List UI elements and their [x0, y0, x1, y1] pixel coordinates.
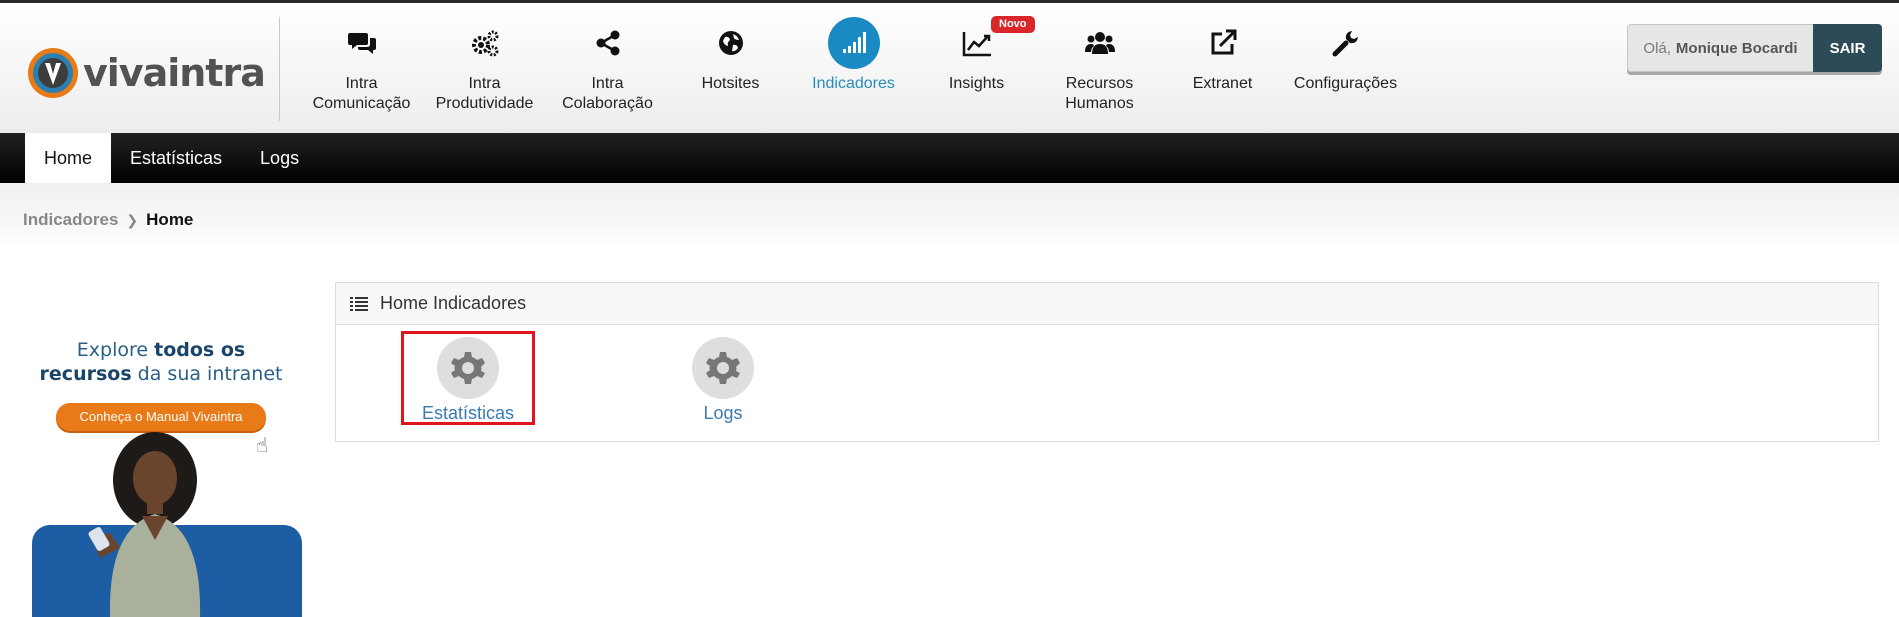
logs-shortcut[interactable]: Logs: [658, 337, 788, 424]
module-label: Hotsites: [701, 75, 760, 92]
promo-line1-pre: Explore: [76, 339, 155, 361]
module-label: Intra Comunicação: [312, 75, 411, 112]
pointer-hand-icon: ☝: [256, 435, 269, 457]
module-label: Configurações: [1293, 75, 1398, 92]
promo-line2-bold: recursos: [39, 363, 132, 385]
promo-banner[interactable]: Explore todos os recursos da sua intrane…: [30, 320, 312, 617]
module-intra-produtividade[interactable]: Intra Produtividade: [423, 17, 546, 127]
breadcrumb-parent[interactable]: Indicadores: [23, 210, 118, 230]
gear-icon: [437, 337, 499, 399]
promo-text: Explore todos os recursos da sua intrane…: [30, 338, 292, 386]
gear-icon: [692, 337, 754, 399]
module-recursos-humanos[interactable]: Recursos Humanos: [1038, 17, 1161, 127]
breadcrumb-band: Indicadores ❯ Home: [0, 183, 1899, 253]
users-icon: [1074, 17, 1126, 69]
user-greeting: Olá, Monique Bocardi: [1627, 24, 1813, 72]
external-link-icon: [1197, 17, 1249, 69]
home-indicadores-panel: Home Indicadores Estatísticas Logs: [335, 282, 1879, 442]
module-extranet[interactable]: Extranet: [1161, 17, 1284, 127]
globe-icon: [705, 17, 757, 69]
module-label: Indicadores: [812, 75, 895, 92]
new-badge: Novo: [991, 16, 1035, 33]
logo[interactable]: vivaintra: [27, 43, 266, 103]
logo-mark-icon: [28, 48, 78, 98]
tab-estatisticas[interactable]: Estatísticas: [111, 133, 241, 183]
tab-logs[interactable]: Logs: [241, 133, 318, 183]
header-separator: [279, 17, 280, 121]
user-box: Olá, Monique Bocardi SAIR: [1627, 24, 1882, 72]
module-intra-colaboracao[interactable]: Intra Colaboração: [546, 17, 669, 127]
module-indicadores[interactable]: Indicadores: [792, 17, 915, 127]
module-label: Intra Colaboração: [562, 75, 653, 112]
module-label: Extranet: [1192, 75, 1253, 92]
module-insights[interactable]: Novo Insights: [915, 16, 1038, 127]
list-icon: [350, 296, 368, 311]
breadcrumb: Indicadores ❯ Home: [23, 210, 193, 230]
chat-icon: [336, 17, 388, 69]
module-configuracoes[interactable]: Configurações: [1284, 17, 1407, 127]
logo-text: vivaintra: [83, 51, 266, 95]
person-illustration: [88, 432, 201, 617]
user-name: Monique Bocardi: [1675, 39, 1798, 57]
module-intra-comunicacao[interactable]: Intra Comunicação: [300, 17, 423, 127]
logout-button[interactable]: SAIR: [1813, 24, 1882, 72]
panel-header: Home Indicadores: [336, 283, 1878, 325]
sub-nav: Home Estatísticas Logs: [0, 133, 1899, 183]
module-hotsites[interactable]: Hotsites: [669, 17, 792, 127]
panel-items: Estatísticas Logs: [336, 325, 1878, 443]
chevron-right-icon: ❯: [126, 211, 139, 228]
share-icon: [582, 17, 634, 69]
panel-title: Home Indicadores: [380, 293, 527, 313]
breadcrumb-current: Home: [146, 210, 194, 229]
module-nav: Intra Comunicação Intra Produtividade In…: [300, 16, 1407, 127]
module-label: Recursos Humanos: [1065, 75, 1134, 112]
header: vivaintra Intra Comunicação Intra Produt…: [0, 3, 1899, 134]
promo-line1-bold: todos os: [154, 339, 246, 361]
promo-line2-post: da sua intranet: [131, 363, 283, 385]
estatisticas-shortcut[interactable]: Estatísticas: [403, 337, 533, 424]
promo-manual-button[interactable]: Conheça o Manual Vivaintra: [56, 403, 266, 431]
module-label: Insights: [948, 75, 1005, 92]
shortcut-label: Logs: [703, 403, 743, 423]
signal-bars-icon: [827, 17, 880, 69]
module-label: Intra Produtividade: [435, 75, 534, 112]
shortcut-label: Estatísticas: [421, 403, 515, 423]
gears-icon: [459, 17, 511, 69]
wrench-icon: [1320, 17, 1372, 69]
tab-home[interactable]: Home: [25, 133, 112, 183]
greeting-text: Olá,: [1643, 39, 1671, 57]
